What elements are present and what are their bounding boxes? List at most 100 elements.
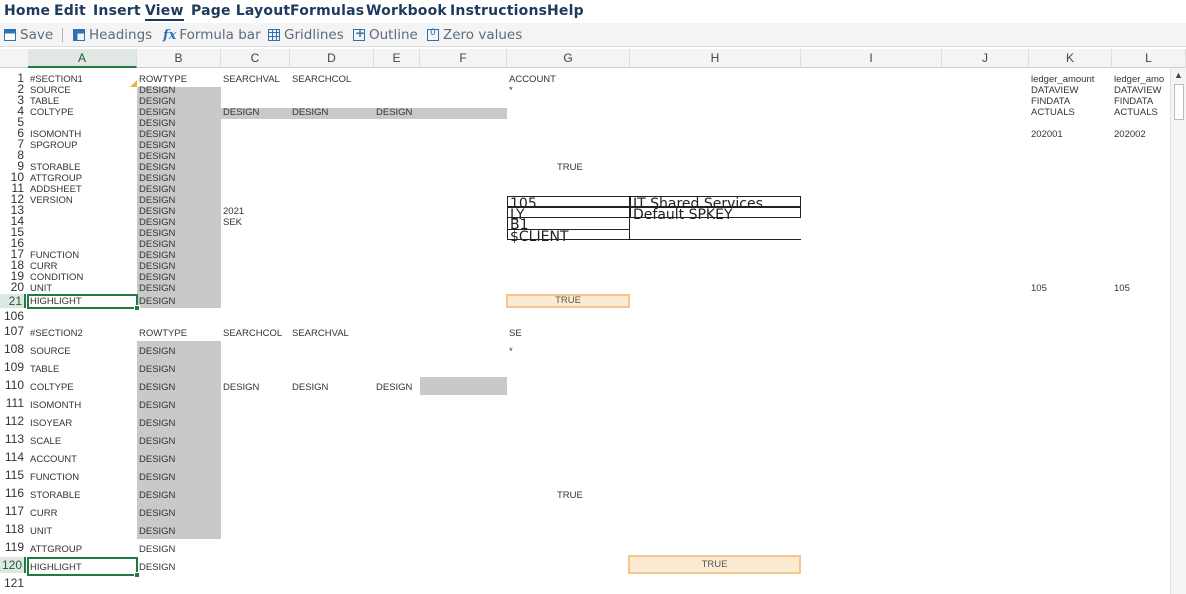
cell-a111[interactable]: ISOMONTH bbox=[30, 400, 81, 411]
column-header-f[interactable]: F bbox=[420, 49, 507, 68]
cell-k4[interactable]: ACTUALS bbox=[1031, 107, 1075, 118]
row-header-20[interactable]: 20 bbox=[0, 281, 24, 293]
column-header-a[interactable]: A bbox=[28, 49, 137, 68]
cell-k6[interactable]: 202001 bbox=[1031, 129, 1063, 140]
cell-g15[interactable]: B1 bbox=[507, 218, 630, 232]
row-header-110[interactable]: 110 bbox=[0, 379, 24, 391]
row-header-108[interactable]: 108 bbox=[0, 343, 24, 355]
cell-g116[interactable]: TRUE bbox=[557, 490, 583, 501]
cell-b21[interactable]: DESIGN bbox=[139, 296, 175, 307]
cell-c110[interactable]: DESIGN bbox=[223, 382, 259, 393]
cell-a117[interactable]: CURR bbox=[30, 508, 57, 519]
cell-a6[interactable]: ISOMONTH bbox=[30, 129, 81, 140]
highlight-cell-h120[interactable]: TRUE bbox=[628, 555, 801, 574]
menu-page-layout[interactable]: Page Layout bbox=[191, 3, 290, 19]
save-button[interactable]: Save bbox=[4, 27, 53, 43]
vertical-scrollbar[interactable]: ▲ bbox=[1170, 68, 1186, 594]
cell-k20[interactable]: 105 bbox=[1031, 283, 1047, 294]
cell-d107[interactable]: SEARCHVAL bbox=[292, 328, 349, 339]
cell-a10[interactable]: ATTGROUP bbox=[30, 173, 82, 184]
cell-b12[interactable]: DESIGN bbox=[139, 195, 175, 206]
cell-a108[interactable]: SOURCE bbox=[30, 346, 71, 357]
cell-b14[interactable]: DESIGN bbox=[139, 217, 175, 228]
cell-l6[interactable]: 202002 bbox=[1114, 129, 1146, 140]
cell-b8[interactable]: DESIGN bbox=[139, 151, 175, 162]
cell-a110[interactable]: COLTYPE bbox=[30, 382, 74, 393]
cell-b113[interactable]: DESIGN bbox=[139, 436, 175, 447]
cell-d1[interactable]: SEARCHCOL bbox=[292, 74, 351, 85]
row-header-118[interactable]: 118 bbox=[0, 523, 24, 535]
formula-bar-toggle[interactable]: fx Formula bar bbox=[163, 27, 261, 43]
cell-d110[interactable]: DESIGN bbox=[292, 382, 328, 393]
gridlines-toggle[interactable]: Gridlines bbox=[268, 27, 344, 43]
row-header-117[interactable]: 117 bbox=[0, 505, 24, 517]
cell-b1[interactable]: ROWTYPE bbox=[139, 74, 187, 85]
row-header-114[interactable]: 114 bbox=[0, 451, 24, 463]
headings-toggle[interactable]: Headings bbox=[73, 27, 152, 43]
cell-b117[interactable]: DESIGN bbox=[139, 508, 175, 519]
cell-b116[interactable]: DESIGN bbox=[139, 490, 175, 501]
row-header-107[interactable]: 107 bbox=[0, 325, 24, 337]
cell-a119[interactable]: ATTGROUP bbox=[30, 544, 82, 555]
cell-b4[interactable]: DESIGN bbox=[139, 107, 175, 118]
cell-g16[interactable]: $CLIENT bbox=[507, 229, 630, 244]
menu-insert[interactable]: Insert bbox=[93, 3, 141, 19]
highlight-cell-g21[interactable]: TRUE bbox=[506, 294, 630, 308]
column-header-d[interactable]: D bbox=[290, 49, 374, 68]
row-header-111[interactable]: 111 bbox=[0, 397, 24, 409]
cell-a11[interactable]: ADDSHEET bbox=[30, 184, 82, 195]
cell-a9[interactable]: STORABLE bbox=[30, 162, 81, 173]
menu-home[interactable]: Home bbox=[4, 3, 50, 19]
scrollbar-thumb[interactable] bbox=[1174, 84, 1184, 120]
cell-l2[interactable]: DATAVIEW bbox=[1114, 85, 1162, 96]
cell-g13[interactable]: 105 bbox=[507, 196, 630, 211]
cell-g9[interactable]: TRUE bbox=[557, 162, 583, 173]
cell-a114[interactable]: ACCOUNT bbox=[30, 454, 77, 465]
menu-help[interactable]: Help bbox=[547, 3, 584, 19]
cell-c107[interactable]: SEARCHCOL bbox=[223, 328, 282, 339]
row-header-120[interactable]: 120 bbox=[0, 557, 26, 573]
cell-c13[interactable]: 2021 bbox=[223, 206, 244, 217]
column-header-e[interactable]: E bbox=[374, 49, 420, 68]
cell-b16[interactable]: DESIGN bbox=[139, 239, 175, 250]
column-header-l[interactable]: L bbox=[1112, 49, 1186, 68]
cell-a17[interactable]: FUNCTION bbox=[30, 250, 79, 261]
cell-e110[interactable]: DESIGN bbox=[376, 382, 412, 393]
selected-cell-a120[interactable] bbox=[27, 557, 140, 578]
cell-l3[interactable]: FINDATA bbox=[1114, 96, 1153, 107]
cell-b110[interactable]: DESIGN bbox=[139, 382, 175, 393]
cell-c1[interactable]: SEARCHVAL bbox=[223, 74, 280, 85]
row-header-113[interactable]: 113 bbox=[0, 433, 24, 445]
cell-k3[interactable]: FINDATA bbox=[1031, 96, 1070, 107]
cell-b118[interactable]: DESIGN bbox=[139, 526, 175, 537]
cell-l1[interactable]: ledger_amo bbox=[1114, 74, 1170, 85]
row-header-121[interactable]: 121 bbox=[0, 577, 24, 589]
cell-b109[interactable]: DESIGN bbox=[139, 364, 175, 375]
cell-k2[interactable]: DATAVIEW bbox=[1031, 85, 1079, 96]
cell-b15[interactable]: DESIGN bbox=[139, 228, 175, 239]
cell-b7[interactable]: DESIGN bbox=[139, 140, 175, 151]
column-header-j[interactable]: J bbox=[942, 49, 1029, 68]
cell-b119[interactable]: DESIGN bbox=[139, 544, 175, 555]
cell-g2[interactable]: * bbox=[509, 85, 513, 96]
selected-cell-a21[interactable] bbox=[27, 294, 140, 311]
outline-toggle[interactable]: Outline bbox=[353, 26, 418, 43]
cell-b111[interactable]: DESIGN bbox=[139, 400, 175, 411]
cell-b3[interactable]: DESIGN bbox=[139, 96, 175, 107]
cell-a109[interactable]: TABLE bbox=[30, 364, 59, 375]
column-header-i[interactable]: I bbox=[801, 49, 942, 68]
cell-a113[interactable]: SCALE bbox=[30, 436, 61, 447]
menu-view[interactable]: View bbox=[145, 3, 184, 21]
column-header-b[interactable]: B bbox=[137, 49, 221, 68]
cell-a107[interactable]: #SECTION2 bbox=[30, 328, 83, 339]
cell-a118[interactable]: UNIT bbox=[30, 526, 52, 537]
cell-g107[interactable]: SE bbox=[509, 328, 522, 339]
cell-b17[interactable]: DESIGN bbox=[139, 250, 175, 261]
cell-h13[interactable]: IT Shared Services bbox=[630, 196, 801, 211]
spreadsheet-grid[interactable]: TRUE TRUE 1 2 3 4 5 6 7 8 9 10 11 12 13 … bbox=[0, 68, 1186, 594]
column-header-k[interactable]: K bbox=[1029, 49, 1112, 68]
row-header-112[interactable]: 112 bbox=[0, 415, 24, 427]
cell-a2[interactable]: SOURCE bbox=[30, 85, 71, 96]
cell-b19[interactable]: DESIGN bbox=[139, 272, 175, 283]
row-header-106[interactable]: 106 bbox=[0, 310, 24, 322]
